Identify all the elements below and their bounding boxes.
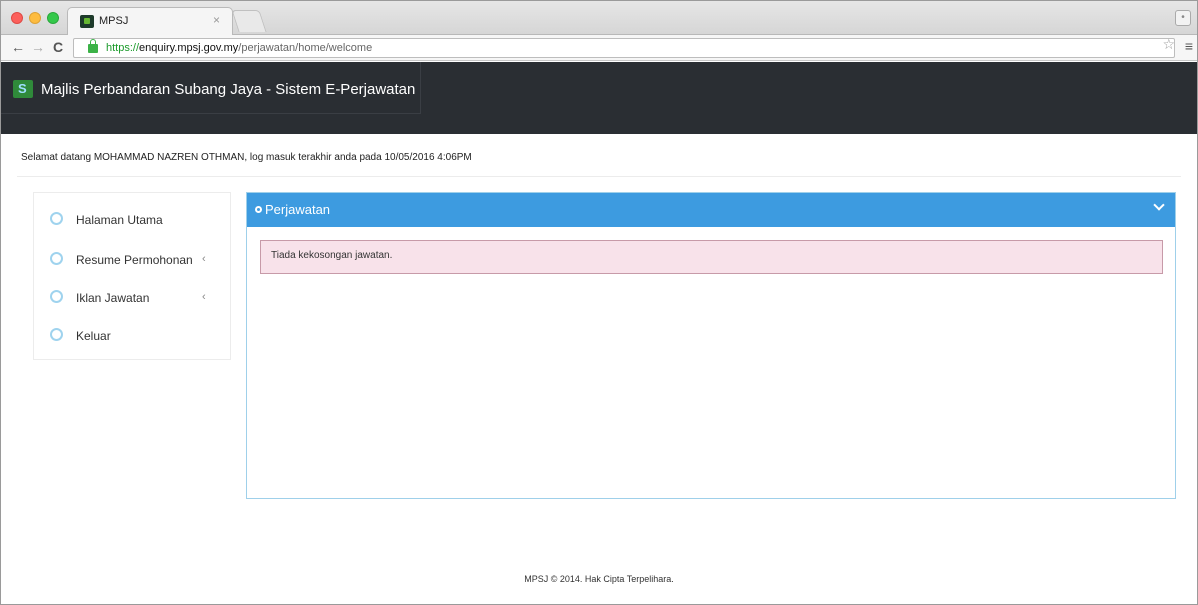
back-arrow-icon[interactable]: ← [11, 38, 25, 56]
chevron-down-icon[interactable] [1153, 201, 1165, 213]
sidebar-item-keluar[interactable]: Keluar [34, 319, 230, 355]
address-bar[interactable]: https://enquiry.mpsj.gov.my/perjawatan/h… [73, 38, 1175, 58]
sidebar-item-label: Keluar [76, 329, 111, 343]
chevron-left-icon[interactable]: ‹ [202, 291, 206, 303]
sidebar-item-label: Halaman Utama [76, 213, 163, 227]
user-icon [50, 212, 63, 225]
perjawatan-panel: Perjawatan Tiada kekosongan jawatan. [246, 192, 1176, 499]
brand[interactable]: Majlis Perbandaran Subang Jaya - Sistem … [1, 62, 421, 114]
menu-icon[interactable]: ≡ [1185, 38, 1193, 54]
sidebar-item-label: Iklan Jawatan [76, 291, 150, 305]
gear-icon [50, 252, 63, 265]
lock-icon [88, 39, 98, 53]
sidebar-item-label: Resume Permohonan [76, 253, 193, 267]
app-title: Majlis Perbandaran Subang Jaya - Sistem … [41, 81, 416, 98]
sidebar-item-halaman-utama[interactable]: Halaman Utama [34, 203, 230, 239]
url-text[interactable]: https://enquiry.mpsj.gov.my/perjawatan/h… [106, 42, 372, 54]
tab-bar: MPSJ × • [1, 1, 1197, 35]
browser-tab[interactable]: MPSJ × [67, 7, 233, 35]
zoom-window-button[interactable] [47, 12, 59, 24]
circle-icon [255, 206, 262, 213]
globe-icon [50, 290, 63, 303]
trophy-icon [50, 328, 63, 341]
sidebar-item-resume-permohonan[interactable]: Resume Permohonan ‹ [34, 243, 230, 279]
minimize-window-button[interactable] [29, 12, 41, 24]
sidebar-item-iklan-jawatan[interactable]: Iklan Jawatan ‹ [34, 281, 230, 317]
alert-box: Tiada kekosongan jawatan. [260, 240, 1163, 274]
browser-toolbar: ← → C https://enquiry.mpsj.gov.my/perjaw… [1, 35, 1197, 61]
new-tab-button[interactable] [231, 10, 267, 32]
chevron-left-icon[interactable]: ‹ [202, 253, 206, 265]
page-content: Majlis Perbandaran Subang Jaya - Sistem … [1, 62, 1197, 604]
panel-title: Perjawatan [265, 202, 331, 217]
alert-text: Tiada kekosongan jawatan. [271, 250, 393, 261]
bookmark-star-icon[interactable]: ☆ [1162, 36, 1175, 53]
tab-close-icon[interactable]: × [213, 13, 220, 27]
divider [17, 176, 1181, 177]
welcome-message: Selamat datang MOHAMMAD NAZREN OTHMAN, l… [21, 152, 472, 163]
browser-window: MPSJ × • ← → C https://enquiry.mpsj.gov.… [0, 0, 1198, 605]
mpsj-logo-icon [13, 80, 33, 98]
tab-title: MPSJ [99, 15, 129, 27]
forward-arrow-icon[interactable]: → [31, 38, 45, 56]
sidebar: Halaman Utama Resume Permohonan ‹ Iklan … [33, 192, 231, 360]
close-window-button[interactable] [11, 12, 23, 24]
footer-copyright: MPSJ © 2014. Hak Cipta Terpelihara. [524, 574, 674, 584]
profile-icon[interactable]: • [1175, 10, 1191, 26]
app-header: Majlis Perbandaran Subang Jaya - Sistem … [1, 62, 1197, 134]
reload-icon[interactable]: C [53, 38, 63, 56]
panel-header[interactable]: Perjawatan [247, 193, 1175, 227]
mpsj-favicon-icon [80, 15, 94, 28]
